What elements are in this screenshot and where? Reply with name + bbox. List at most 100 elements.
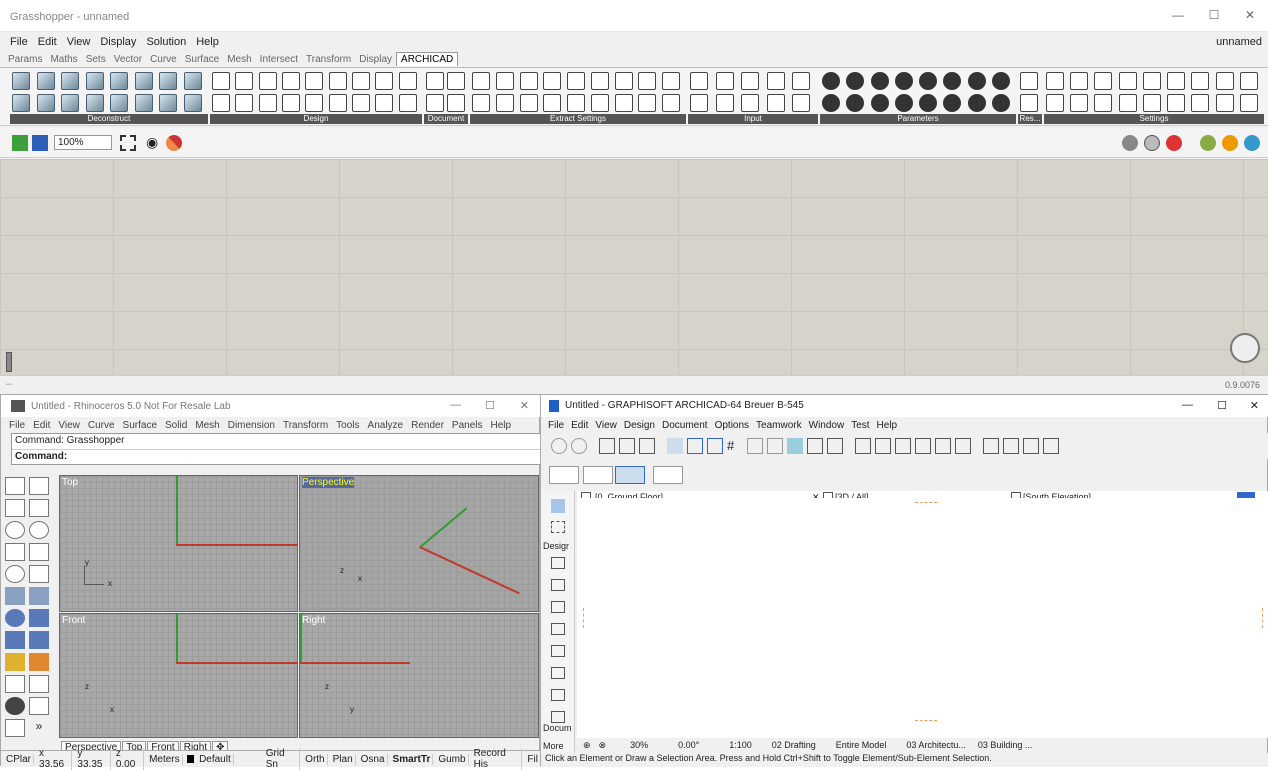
solid-edit-icon[interactable] bbox=[29, 631, 49, 649]
arrangement-icon[interactable] bbox=[549, 466, 579, 484]
dimension-set[interactable]: 03 Building ... bbox=[978, 740, 1033, 750]
guide-line-icon[interactable] bbox=[687, 438, 703, 454]
zoom-in-icon[interactable]: ⊕ bbox=[583, 740, 591, 751]
tab-maths[interactable]: Maths bbox=[50, 54, 77, 65]
canvas-scroll-handle[interactable] bbox=[6, 352, 12, 372]
analyze-icon[interactable] bbox=[5, 697, 25, 715]
rhino-menu-panels[interactable]: Panels bbox=[452, 420, 483, 431]
ac-menu-options[interactable]: Options bbox=[715, 420, 749, 431]
marquee-icon[interactable] bbox=[551, 521, 565, 533]
maximize-icon[interactable]: ☐ bbox=[1217, 399, 1227, 412]
curtain-wall-icon[interactable] bbox=[551, 711, 565, 723]
redo-icon[interactable] bbox=[571, 438, 587, 454]
roof-tool-icon[interactable] bbox=[551, 667, 565, 679]
select-icon[interactable] bbox=[5, 477, 25, 495]
boolean-icon[interactable] bbox=[29, 653, 49, 671]
rhino-command-area[interactable]: Command: Grasshopper Command: bbox=[11, 433, 541, 465]
command-prompt[interactable]: Command: bbox=[12, 450, 540, 463]
sketch-icon[interactable] bbox=[166, 134, 183, 151]
rhino-menu-file[interactable]: File bbox=[9, 420, 25, 431]
preview-settings-icon[interactable] bbox=[1122, 134, 1138, 151]
roof-icon[interactable] bbox=[955, 438, 971, 454]
grid-icon[interactable]: # bbox=[727, 438, 743, 454]
preview-eye-icon[interactable]: ◉ bbox=[146, 134, 158, 151]
fillet-icon[interactable] bbox=[29, 565, 49, 583]
viewport-right[interactable]: Right z y bbox=[299, 613, 539, 738]
navigation-widget-icon[interactable] bbox=[1230, 333, 1260, 363]
tab-mesh[interactable]: Mesh bbox=[227, 54, 251, 65]
maximize-icon[interactable]: ☐ bbox=[1196, 0, 1232, 30]
cylinder-icon[interactable] bbox=[5, 631, 25, 649]
pick-up-icon[interactable] bbox=[639, 438, 655, 454]
group-icon[interactable] bbox=[29, 697, 49, 715]
rhino-menu-mesh[interactable]: Mesh bbox=[195, 420, 219, 431]
viewport-right-label[interactable]: Right bbox=[302, 615, 325, 626]
hotlink-icon[interactable] bbox=[1023, 438, 1039, 454]
viewport-front-label[interactable]: Front bbox=[62, 615, 85, 626]
magic-wand-icon[interactable] bbox=[619, 438, 635, 454]
toolbox-more-label[interactable]: More bbox=[543, 741, 564, 751]
status-ortho[interactable]: Orth bbox=[303, 753, 328, 765]
ac-menu-test[interactable]: Test bbox=[851, 420, 869, 431]
gh-canvas[interactable] bbox=[0, 159, 1268, 375]
tab-display[interactable]: Display bbox=[359, 54, 392, 65]
status-layer[interactable]: Default bbox=[197, 753, 234, 765]
column-icon[interactable] bbox=[551, 579, 565, 591]
tab-curve[interactable]: Curve bbox=[150, 54, 177, 65]
gh-menu-help[interactable]: Help bbox=[196, 36, 219, 48]
minimize-icon[interactable]: — bbox=[1160, 0, 1196, 30]
point-icon[interactable] bbox=[29, 477, 49, 495]
toolbox-document-label[interactable]: Docum bbox=[543, 723, 572, 733]
status-grid-snap[interactable]: Grid Sn bbox=[264, 748, 301, 770]
wireframe-icon[interactable] bbox=[1144, 134, 1160, 151]
rhino-menu-edit[interactable]: Edit bbox=[33, 420, 50, 431]
box-icon[interactable] bbox=[29, 609, 49, 627]
gh-menu-display[interactable]: Display bbox=[100, 36, 136, 48]
tab-archicad[interactable]: ARCHICAD bbox=[396, 52, 459, 66]
tab-transform[interactable]: Transform bbox=[306, 54, 351, 65]
status-filter[interactable]: Fil bbox=[525, 753, 541, 765]
ac-menu-window[interactable]: Window bbox=[809, 420, 845, 431]
rhino-menu-view[interactable]: View bbox=[58, 420, 80, 431]
rhino-menu-render[interactable]: Render bbox=[411, 420, 444, 431]
status-gumball[interactable]: Gumb bbox=[436, 753, 469, 765]
sphere-icon[interactable] bbox=[5, 609, 25, 627]
extrude-icon[interactable] bbox=[29, 587, 49, 605]
status-osnap[interactable]: Osna bbox=[359, 753, 388, 765]
pointer-menu-icon[interactable] bbox=[653, 466, 683, 484]
stair-icon[interactable] bbox=[551, 645, 565, 657]
adjust-icon[interactable] bbox=[875, 438, 891, 454]
shell-icon[interactable] bbox=[551, 689, 565, 701]
viewport-perspective[interactable]: Perspective z x bbox=[299, 475, 539, 612]
archicad-drawing-area[interactable] bbox=[577, 498, 1268, 738]
display-mode-icon[interactable] bbox=[1244, 134, 1260, 151]
transform-icon[interactable] bbox=[5, 653, 25, 671]
rhino-menu-analyze[interactable]: Analyze bbox=[368, 420, 404, 431]
circle-icon[interactable] bbox=[5, 521, 25, 539]
selected-preview-icon[interactable] bbox=[1200, 134, 1216, 151]
ellipse-icon[interactable] bbox=[29, 521, 49, 539]
status-units[interactable]: Meters bbox=[147, 753, 183, 765]
wall-icon[interactable] bbox=[551, 557, 565, 569]
save-icon[interactable] bbox=[32, 134, 48, 151]
viewport-top[interactable]: Top y x bbox=[59, 475, 298, 612]
group-icon[interactable] bbox=[583, 466, 613, 484]
tab-sets[interactable]: Sets bbox=[86, 54, 106, 65]
cross-icon[interactable] bbox=[827, 438, 843, 454]
scale-value[interactable]: 1:100 bbox=[729, 740, 752, 750]
rhino-menu-surface[interactable]: Surface bbox=[123, 420, 157, 431]
rhino-menu-curve[interactable]: Curve bbox=[88, 420, 115, 431]
ac-menu-file[interactable]: File bbox=[548, 420, 564, 431]
offset-icon[interactable] bbox=[935, 438, 951, 454]
zoom-value[interactable]: 30% bbox=[630, 740, 648, 750]
toolbox-design-label[interactable]: Desigr bbox=[543, 541, 569, 551]
beam-icon[interactable] bbox=[551, 601, 565, 613]
trim-icon[interactable] bbox=[983, 438, 999, 454]
lock-icon[interactable] bbox=[767, 438, 783, 454]
status-planar[interactable]: Plan bbox=[331, 753, 356, 765]
ac-menu-view[interactable]: View bbox=[595, 420, 617, 431]
close-icon[interactable]: ✕ bbox=[520, 399, 529, 412]
intersect-icon[interactable] bbox=[895, 438, 911, 454]
close-icon[interactable]: ✕ bbox=[1232, 0, 1268, 30]
polygon-icon[interactable] bbox=[5, 565, 25, 583]
